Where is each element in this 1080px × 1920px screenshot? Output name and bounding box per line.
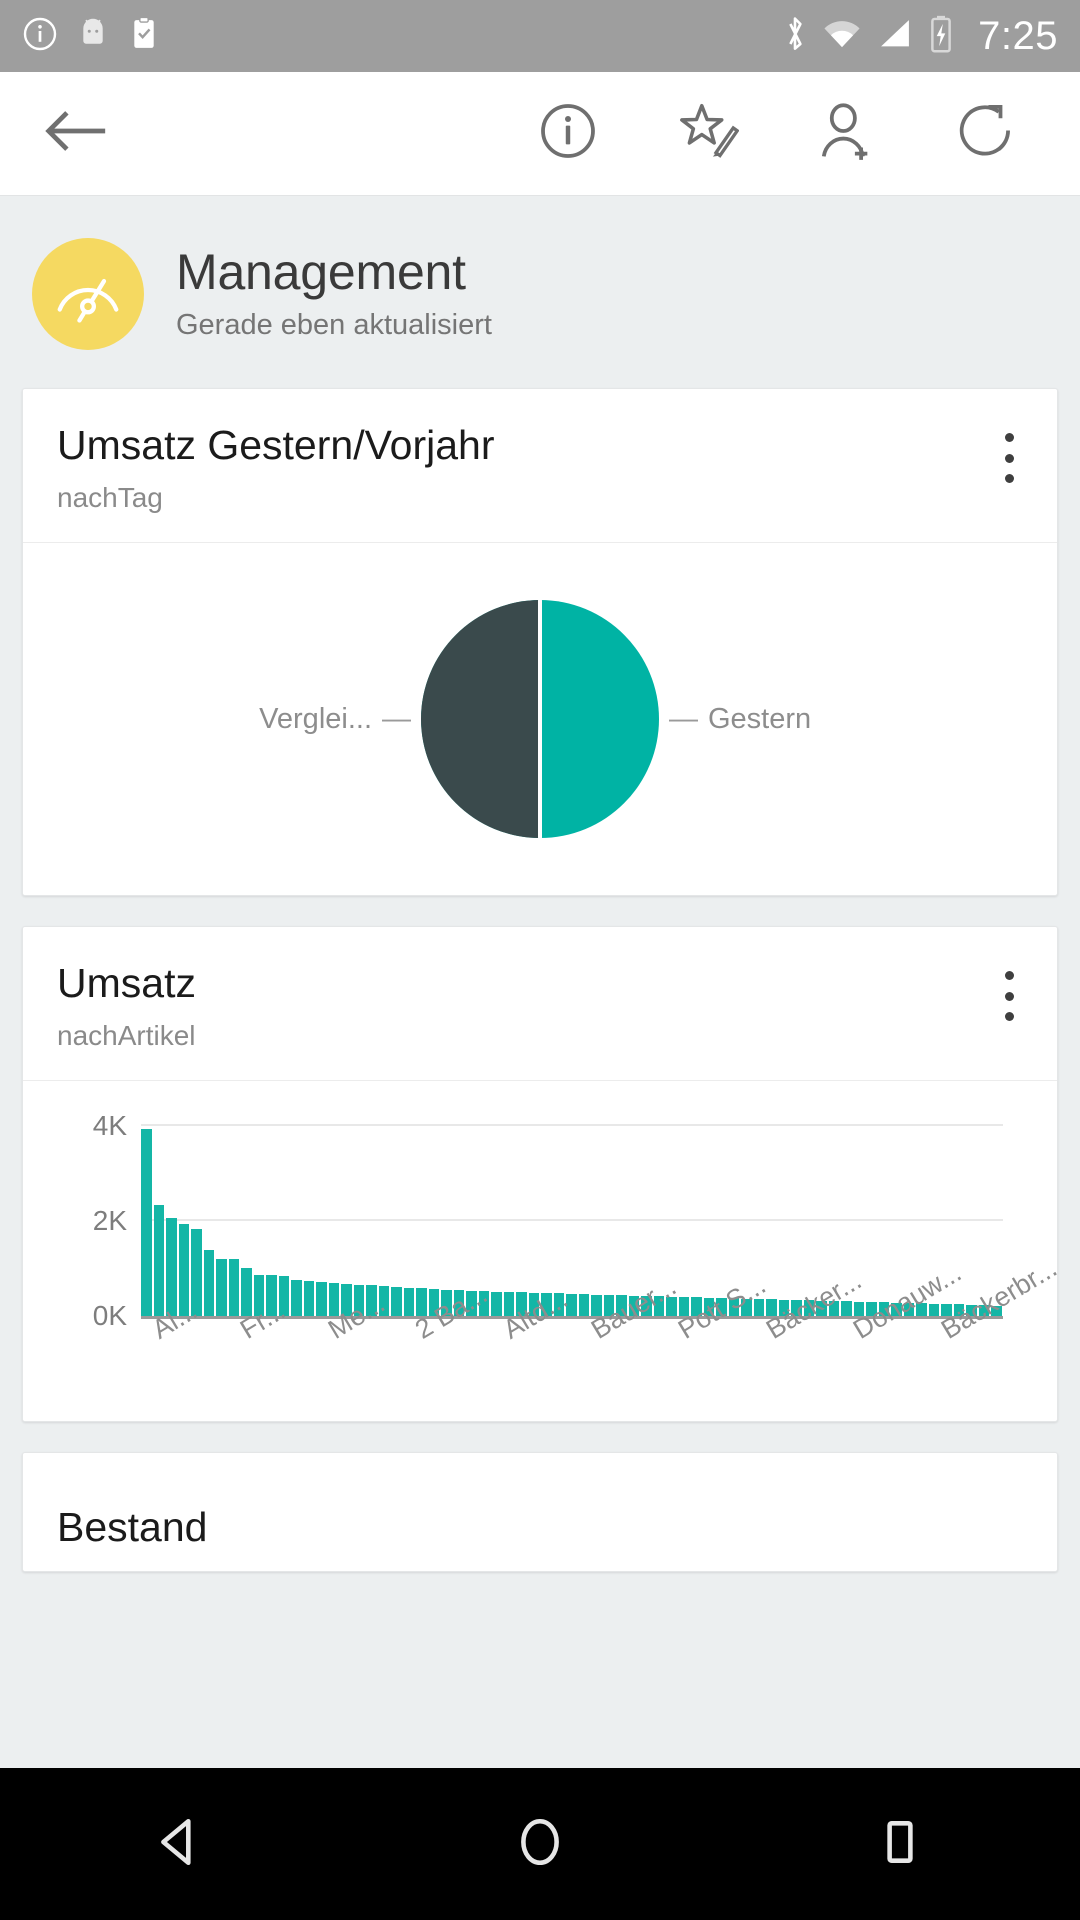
pie-slice-vergleich — [421, 600, 540, 838]
pie-leader-left-icon: — — [372, 703, 421, 736]
add-person-icon — [818, 102, 878, 165]
action-bar — [0, 72, 1080, 196]
pie-leader-right-icon: — — [659, 703, 708, 736]
overflow-menu-icon[interactable] — [987, 965, 1031, 1027]
bar — [291, 1280, 302, 1316]
status-bar: 7:25 — [0, 0, 1080, 72]
bar-chart: 0K2K4K Al...Fr...Me...2 Ba...Altd...Baue… — [23, 1081, 1057, 1421]
y-axis-tick-label: 2K — [93, 1205, 127, 1237]
status-bar-right-icons: 7:25 — [782, 14, 1058, 59]
nav-back-button[interactable] — [125, 1789, 235, 1899]
star-edit-button[interactable] — [676, 102, 740, 166]
bar — [391, 1287, 402, 1316]
bar — [141, 1129, 152, 1317]
info-button[interactable] — [536, 102, 600, 166]
refresh-button[interactable] — [956, 102, 1020, 166]
pie-label-right: Gestern — [708, 703, 811, 736]
info-icon — [539, 102, 597, 165]
pie-chart-row: Verglei... — — Gestern — [23, 600, 1057, 838]
nav-back-triangle-icon — [153, 1815, 207, 1874]
card-subtitle: nachArtikel — [57, 1020, 1023, 1052]
card-partial-next[interactable]: Bestand — [22, 1452, 1058, 1572]
back-arrow-icon — [45, 106, 107, 161]
y-axis-tick-label: 0K — [93, 1300, 127, 1332]
wifi-icon — [822, 17, 862, 56]
bar — [316, 1282, 327, 1316]
overflow-menu-icon[interactable] — [987, 427, 1031, 489]
bar — [304, 1281, 315, 1316]
bar — [216, 1259, 227, 1316]
dashboard-updated-status: Gerade eben aktualisiert — [176, 309, 492, 342]
y-axis-tick-label: 4K — [93, 1110, 127, 1142]
nav-recents-square-icon — [873, 1815, 927, 1874]
pie-right-legend: — Gestern — [659, 703, 959, 736]
dashboard-scroll-area[interactable]: Management Gerade eben aktualisiert Umsa… — [0, 196, 1080, 1920]
dashboard-header: Management Gerade eben aktualisiert — [0, 196, 1080, 388]
pie-label-left: Verglei... — [259, 703, 372, 736]
card-subtitle: nachTag — [57, 482, 1023, 514]
bar — [491, 1292, 502, 1317]
bar — [229, 1259, 240, 1316]
pie-chart: Verglei... — — Gestern — [23, 543, 1057, 895]
status-bar-left-icons — [22, 16, 160, 57]
page-title: Management — [176, 246, 492, 299]
card-header: Umsatz nachArtikel — [23, 927, 1057, 1081]
android-bugdroid-icon — [76, 16, 110, 57]
back-button[interactable] — [40, 98, 112, 170]
bar-chart-bars — [141, 1107, 1003, 1316]
action-bar-buttons — [536, 102, 1040, 166]
pie-left-legend: Verglei... — — [121, 703, 421, 736]
gauge-icon — [49, 253, 127, 336]
clipboard-check-icon — [128, 16, 160, 57]
nav-recents-button[interactable] — [845, 1789, 955, 1899]
add-person-button[interactable] — [816, 102, 880, 166]
card-umsatz-nach-artikel[interactable]: Umsatz nachArtikel 0K2K4K Al...Fr...Me..… — [22, 926, 1058, 1422]
bar — [204, 1250, 215, 1317]
star-edit-icon — [677, 102, 739, 165]
bluetooth-icon — [782, 14, 808, 59]
phone-screen: 7:25 — [0, 0, 1080, 1920]
pie-graphic — [421, 600, 659, 838]
card-title: Umsatz — [57, 961, 1023, 1006]
bar — [579, 1294, 590, 1316]
card-header: Umsatz Gestern/Vorjahr nachTag — [23, 389, 1057, 543]
bar-chart-x-axis-labels: Al...Fr...Me...2 Ba...Altd...Bauer...Pot… — [141, 1319, 1003, 1415]
info-circle-icon — [22, 16, 58, 57]
status-bar-clock: 7:25 — [978, 14, 1058, 59]
card-umsatz-gestern-vorjahr[interactable]: Umsatz Gestern/Vorjahr nachTag Verglei..… — [22, 388, 1058, 896]
dashboard-header-text: Management Gerade eben aktualisiert — [176, 246, 492, 342]
nav-home-button[interactable] — [485, 1789, 595, 1899]
pie-slice-divider — [538, 600, 542, 838]
bar-chart-plot: 0K2K4K — [141, 1107, 1003, 1319]
card-title: Bestand — [23, 1453, 1057, 1550]
cellular-signal-icon — [876, 17, 914, 56]
bar — [154, 1205, 165, 1317]
bar — [191, 1229, 202, 1316]
refresh-icon — [959, 102, 1017, 165]
dashboard-avatar — [32, 238, 144, 350]
android-navigation-bar — [0, 1768, 1080, 1920]
bar — [404, 1288, 415, 1317]
card-title: Umsatz Gestern/Vorjahr — [57, 423, 1023, 468]
battery-charging-icon — [928, 14, 954, 59]
nav-home-circle-icon — [513, 1815, 567, 1874]
